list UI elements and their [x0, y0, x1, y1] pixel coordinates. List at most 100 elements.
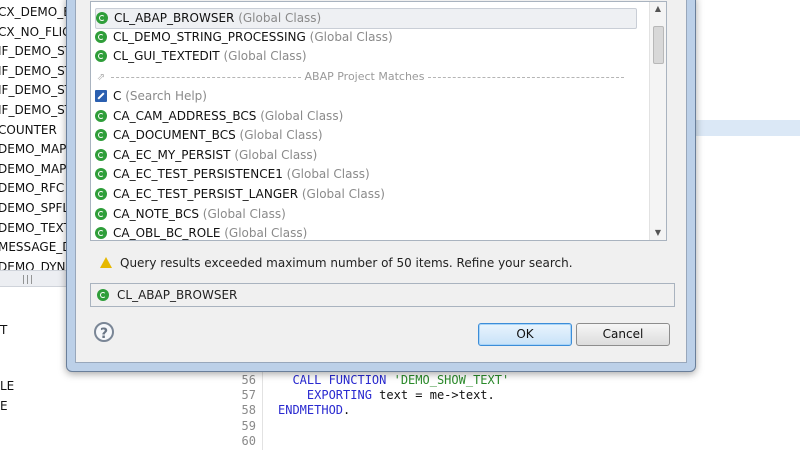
- class-icon: [97, 289, 109, 301]
- result-item[interactable]: C (Search Help): [95, 87, 207, 106]
- result-item[interactable]: CA_EC_TEST_PERSISTENCE1 (Global Class): [95, 165, 370, 184]
- dialog-body: ⇗ ABAP Project Matches ▲ ▼ CL_ABAP_BROWS…: [75, 0, 687, 363]
- result-item[interactable]: CA_NOTE_BCS (Global Class): [95, 205, 286, 224]
- result-item[interactable]: CL_DEMO_STRING_PROCESSING (Global Class): [95, 28, 393, 47]
- search-help-icon: [95, 90, 107, 102]
- selected-object-field: CL_ABAP_BROWSER: [90, 283, 675, 307]
- tree-item[interactable]: DEMO_SPFLI: [0, 199, 72, 219]
- tree-item[interactable]: MESSAGE_D: [0, 238, 72, 258]
- code-keyword: CALL FUNCTION: [292, 373, 387, 387]
- project-explorer-tree: CX_DEMO_E CX_NO_FLIG IF_DEMO_ST IF_DEMO_ST I…: [0, 0, 72, 272]
- help-icon[interactable]: ?: [94, 322, 114, 342]
- tree-item[interactable]: IF_DEMO_ST: [0, 62, 72, 82]
- result-name: CA_DOCUMENT_BCS: [113, 128, 236, 143]
- code-text: .: [343, 403, 351, 418]
- result-type: (Global Class): [239, 128, 323, 143]
- result-name: CA_CAM_ADDRESS_BCS: [113, 108, 257, 123]
- result-item[interactable]: CL_GUI_TEXTEDIT (Global Class): [95, 47, 307, 66]
- class-icon: [95, 188, 107, 200]
- result-name: CA_EC_MY_PERSIST: [113, 147, 231, 162]
- editor-highlight-band: [694, 120, 800, 136]
- separator-label: ABAP Project Matches: [304, 70, 425, 83]
- result-type: (Global Class): [202, 206, 286, 221]
- scrollbar-grip: |||: [22, 275, 35, 285]
- code-keyword: EXPORTING: [306, 388, 372, 403]
- class-icon: [95, 168, 107, 181]
- results-list[interactable]: ⇗ ABAP Project Matches ▲ ▼ CL_ABAP_BROWS…: [90, 1, 667, 241]
- tree-item[interactable]: IF_DEMO_ST: [0, 81, 72, 101]
- result-item-selected[interactable]: CL_ABAP_BROWSER (Global Class): [95, 8, 637, 29]
- ok-button[interactable]: OK: [478, 323, 572, 346]
- result-name: CL_GUI_TEXTEDIT: [113, 49, 220, 64]
- result-name: CA_NOTE_BCS: [113, 206, 199, 221]
- tree-item[interactable]: DEMO_MAP: [0, 140, 66, 160]
- code-line[interactable]: ENDMETHOD.: [278, 403, 350, 417]
- warning-text: Query results exceeded maximum number of…: [120, 256, 573, 270]
- tree-item[interactable]: IF_DEMO_ST: [0, 101, 72, 121]
- class-icon: [95, 50, 107, 63]
- class-icon: [96, 12, 108, 24]
- result-name: CA_OBL_BC_ROLE: [113, 226, 221, 241]
- warning-icon: [100, 257, 112, 268]
- line-number: 57: [241, 388, 256, 403]
- line-number: 59: [241, 418, 256, 433]
- chevron-expand-icon: ⇗: [96, 72, 106, 83]
- code-text: text = me->text.: [371, 388, 495, 403]
- results-vertical-scrollbar[interactable]: ▲ ▼: [649, 2, 666, 240]
- result-type: (Global Class): [260, 108, 344, 123]
- outline-item[interactable]: T: [0, 323, 7, 337]
- selected-object-name: CL_ABAP_BROWSER: [117, 288, 238, 302]
- tree-item[interactable]: DEMO_MAP: [0, 160, 66, 180]
- class-icon: [95, 227, 107, 240]
- outline-item[interactable]: E: [0, 399, 8, 413]
- result-type: (Global Class): [234, 147, 318, 162]
- result-type: (Global Class): [301, 187, 385, 201]
- class-icon: [95, 148, 107, 161]
- scrollbar-thumb[interactable]: [653, 26, 664, 64]
- result-item[interactable]: CA_CAM_ADDRESS_BCS (Global Class): [95, 107, 343, 126]
- code-line[interactable]: EXPORTING text = me->text.: [278, 388, 495, 402]
- scroll-up-arrow-icon[interactable]: ▲: [650, 2, 666, 16]
- result-type: (Global Class): [286, 167, 370, 182]
- class-icon: [95, 129, 107, 142]
- class-icon: [95, 30, 107, 43]
- code-keyword: ENDMETHOD: [278, 403, 344, 418]
- separator-dash-right: [427, 76, 624, 78]
- result-type: (Global Class): [224, 226, 308, 241]
- warning-message: Query results exceeded maximum number of…: [100, 256, 573, 270]
- line-number: 58: [241, 403, 256, 418]
- result-type: (Global Class): [238, 11, 322, 25]
- line-number: 56: [241, 373, 256, 387]
- result-item[interactable]: CA_DOCUMENT_BCS (Global Class): [95, 126, 323, 145]
- project-matches-separator: ⇗ ABAP Project Matches: [95, 67, 635, 86]
- result-name: CA_EC_TEST_PERSISTENCE1: [113, 167, 283, 182]
- tree-item[interactable]: CX_NO_FLIG: [0, 23, 71, 43]
- tree-item[interactable]: DEMO_TEXT: [0, 219, 71, 239]
- result-type: (Search Help): [125, 89, 207, 103]
- code-string: 'DEMO_SHOW_TEXT': [386, 373, 510, 387]
- result-name: CA_EC_TEST_PERSIST_LANGER: [113, 187, 299, 201]
- outline-item[interactable]: LE: [0, 379, 14, 393]
- cancel-button[interactable]: Cancel: [576, 323, 670, 346]
- code-editor[interactable]: 56 57 58 59 60 CALL FUNCTION 'DEMO_SHOW_TEXT…: [226, 372, 800, 450]
- result-type: (Global Class): [223, 49, 307, 64]
- tree-item[interactable]: IF_DEMO_ST: [0, 42, 72, 62]
- line-number: 60: [241, 433, 256, 448]
- result-item[interactable]: CA_EC_TEST_PERSIST_LANGER (Global Class): [95, 185, 385, 204]
- result-item[interactable]: CA_EC_MY_PERSIST (Global Class): [95, 146, 317, 165]
- tree-item[interactable]: COUNTER: [0, 121, 57, 141]
- line-number-gutter: 56 57 58 59 60: [226, 372, 263, 450]
- open-abap-object-dialog: ⇗ ABAP Project Matches ▲ ▼ CL_ABAP_BROWS…: [66, 0, 696, 372]
- result-name: CL_ABAP_BROWSER: [114, 11, 235, 25]
- code-line[interactable]: CALL FUNCTION 'DEMO_SHOW_TEXT': [278, 373, 509, 387]
- result-type: (Global Class): [309, 29, 393, 44]
- separator-dash-left: [111, 76, 301, 78]
- result-item[interactable]: CA_OBL_BC_ROLE (Global Class): [95, 224, 308, 241]
- tree-item[interactable]: DEMO_RFC: [0, 179, 64, 199]
- result-name: CL_DEMO_STRING_PROCESSING: [113, 29, 306, 44]
- class-icon: [95, 207, 107, 220]
- scroll-down-arrow-icon[interactable]: ▼: [650, 226, 666, 240]
- tree-item[interactable]: CX_DEMO_E: [0, 3, 71, 23]
